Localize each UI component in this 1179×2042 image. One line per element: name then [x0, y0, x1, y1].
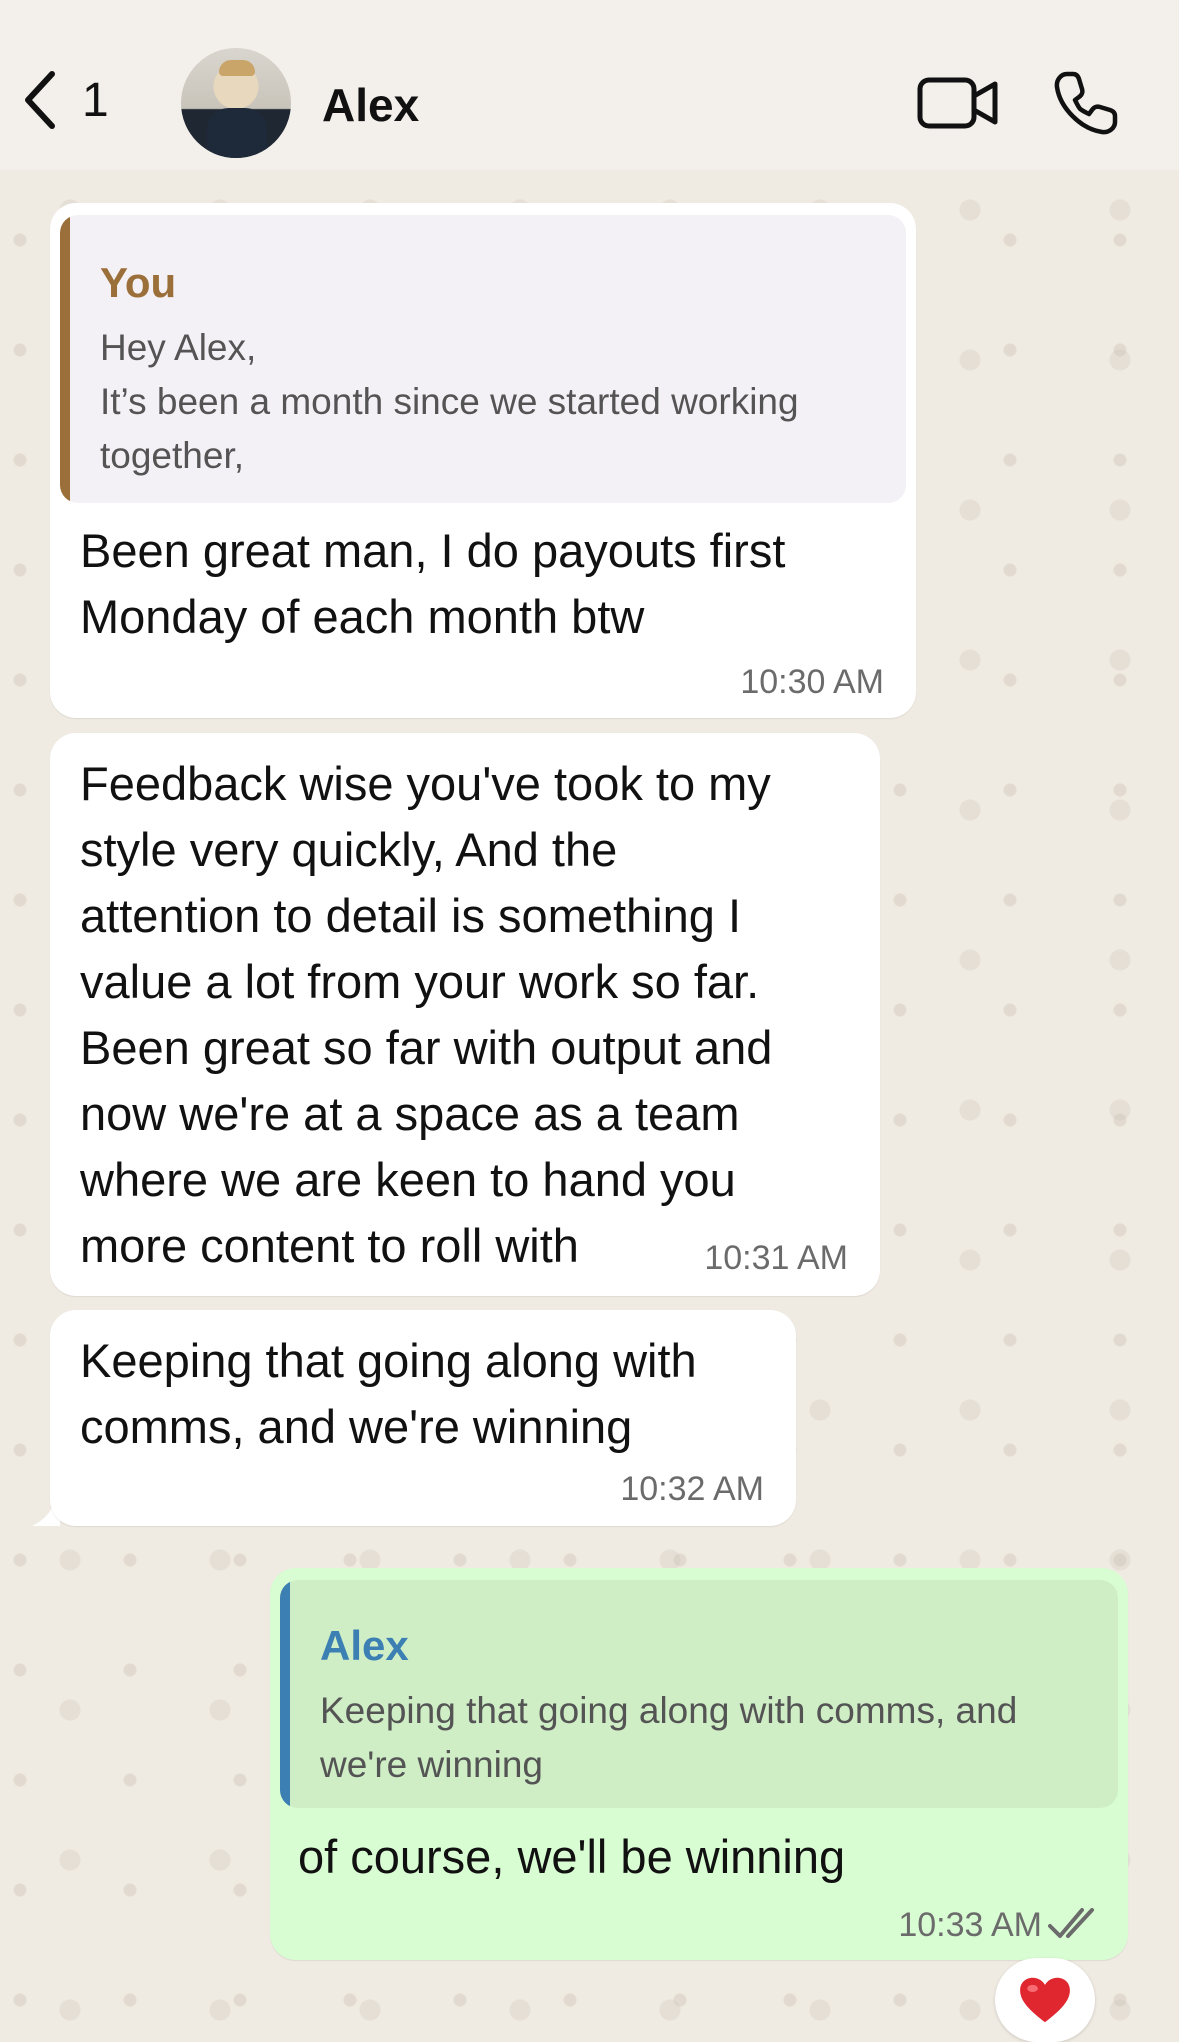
contact-avatar[interactable] [181, 48, 291, 158]
contact-name[interactable]: Alex [322, 78, 419, 132]
back-button[interactable]: 1 [20, 68, 109, 132]
message-bubble-outgoing[interactable]: Alex Keeping that going along with comms… [270, 1568, 1128, 1960]
double-check-icon [1048, 1908, 1094, 1938]
quote-author: You [100, 259, 177, 306]
message-text: of course, we'll be winning [298, 1830, 846, 1883]
message-time: 10:33 AM [898, 1906, 1042, 1944]
phone-icon[interactable] [1053, 70, 1119, 136]
video-call-icon[interactable] [917, 74, 999, 132]
quote-author: Alex [320, 1622, 409, 1669]
message-text: Been great man, I do payouts first Monda… [80, 524, 786, 643]
unread-count: 1 [82, 73, 109, 127]
message-time: 10:32 AM [620, 1470, 764, 1508]
quoted-message[interactable]: You Hey Alex, It’s been a month since we… [60, 215, 906, 503]
message-time: 10:31 AM [704, 1239, 848, 1277]
chat-header: 1 Alex [0, 0, 1179, 170]
quote-bar [60, 215, 70, 503]
heart-icon [1020, 1977, 1070, 2023]
message-time: 10:30 AM [740, 663, 884, 701]
message-text: Keeping that going along with comms, and… [80, 1334, 697, 1453]
message-bubble-incoming[interactable]: Keeping that going along with comms, and… [50, 1310, 796, 1526]
message-bubble-incoming[interactable]: You Hey Alex, It’s been a month since we… [50, 203, 916, 718]
back-chevron-icon [25, 71, 55, 129]
quote-text: Keeping that going along with comms, and… [320, 1690, 1018, 1785]
quoted-message[interactable]: Alex Keeping that going along with comms… [280, 1580, 1118, 1808]
quote-text: Hey Alex, It’s been a month since we sta… [100, 327, 799, 476]
message-bubble-incoming[interactable]: Feedback wise you've took to my style ve… [50, 733, 880, 1296]
message-reaction[interactable] [995, 1958, 1095, 2042]
quote-bar [280, 1580, 290, 1808]
message-text: Feedback wise you've took to my style ve… [80, 757, 773, 1272]
